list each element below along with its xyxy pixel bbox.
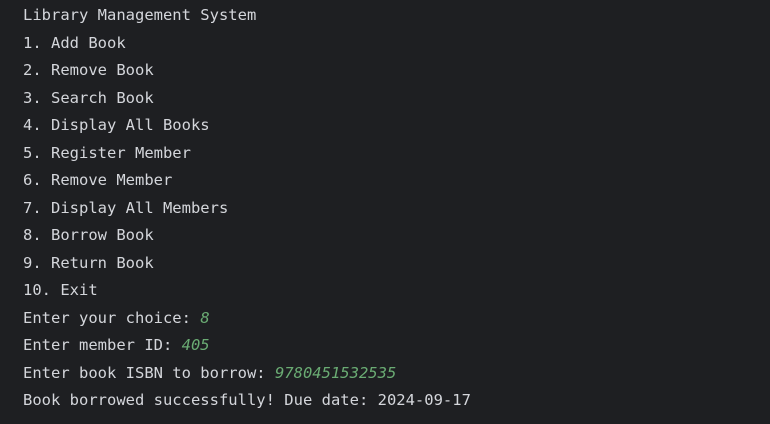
menu-item-search-book: 3. Search Book — [23, 88, 154, 107]
menu-item-remove-member: 6. Remove Member — [23, 171, 173, 189]
choice-prompt-line: Enter your choice: 8 — [23, 305, 770, 333]
menu-item-display-all-members: 7. Display All Members — [23, 198, 229, 217]
member-id-prompt-label: Enter member ID: — [23, 336, 182, 354]
isbn-prompt-line: Enter book ISBN to borrow: 9780451532535 — [23, 360, 770, 388]
choice-input-value: 8 — [200, 308, 210, 327]
console-title: Library Management System — [23, 6, 257, 24]
isbn-input-value: 9780451532535 — [274, 363, 397, 382]
console-output[interactable]: Library Management System 1. Add Book 2.… — [0, 0, 770, 424]
menu-item-add-book: 1. Add Book — [23, 33, 126, 52]
menu-item-display-all-books: 4. Display All Books — [23, 116, 210, 134]
menu-item-remove-book: 2. Remove Book — [23, 61, 154, 79]
borrow-result-message: Book borrowed successfully! Due date: 20… — [23, 391, 471, 409]
menu-item-return-book: 9. Return Book — [23, 253, 154, 272]
isbn-prompt-label: Enter book ISBN to borrow: — [23, 363, 275, 382]
member-id-prompt-line: Enter member ID: 405 — [23, 332, 770, 360]
choice-prompt-label: Enter your choice: — [23, 308, 201, 327]
menu-item-register-member: 5. Register Member — [23, 143, 191, 162]
menu-item-borrow-book: 8. Borrow Book — [23, 226, 154, 244]
member-id-input-value: 405 — [181, 336, 210, 354]
menu-item-exit: 10. Exit — [23, 281, 98, 299]
